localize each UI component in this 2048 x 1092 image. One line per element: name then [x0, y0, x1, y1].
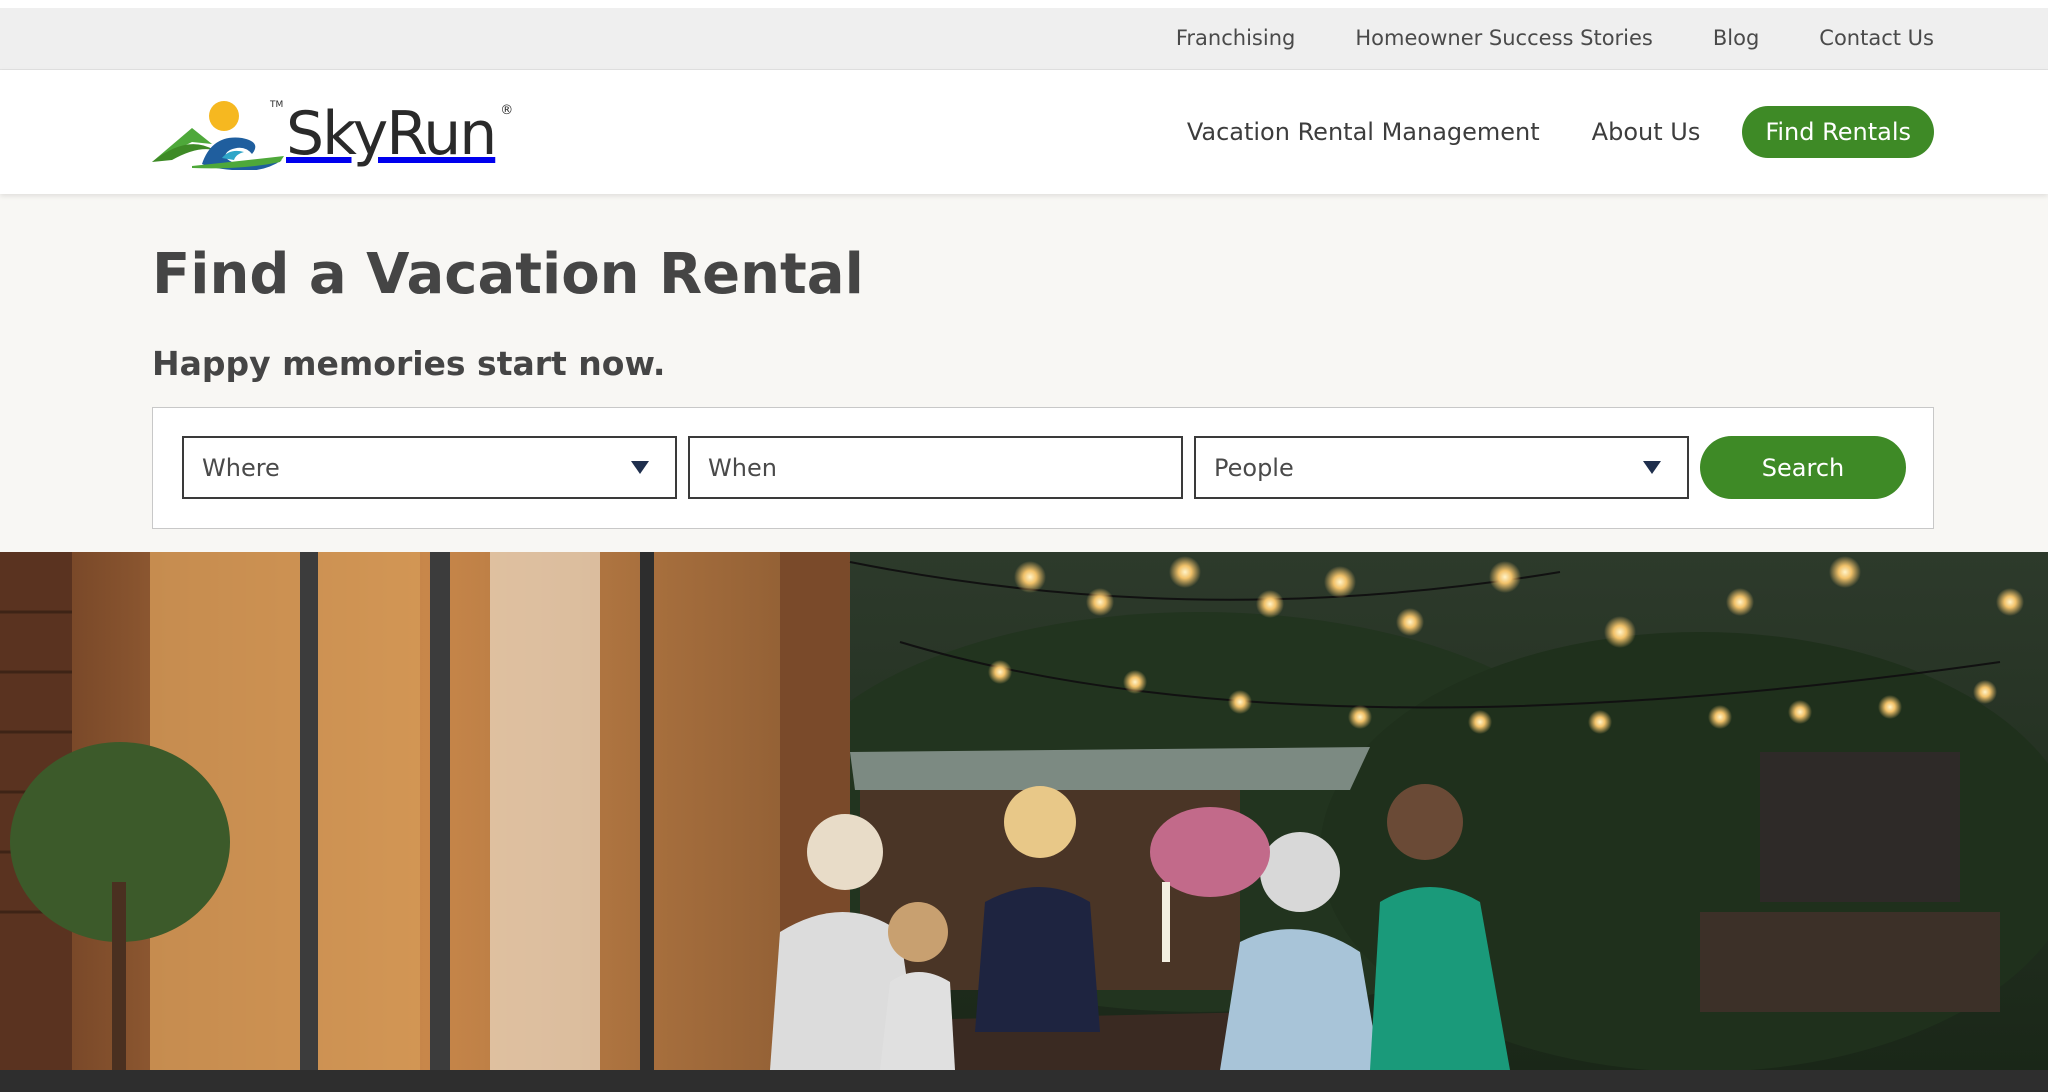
where-select-label: Where — [202, 453, 280, 482]
logo-registered-mark: ® — [500, 103, 514, 118]
when-date-input[interactable]: When — [688, 436, 1183, 499]
search-button[interactable]: Search — [1700, 436, 1906, 499]
skyrun-logo[interactable]: TM SkyRun ® — [152, 94, 532, 170]
main-nav: Vacation Rental Management About Us Find… — [1187, 106, 1934, 158]
logo-wordmark-text: SkyRun — [286, 99, 497, 169]
nav-about-us[interactable]: About Us — [1592, 118, 1701, 146]
people-chevron-down-icon — [1643, 461, 1661, 474]
nav-vacation-rental-management[interactable]: Vacation Rental Management — [1187, 118, 1540, 146]
main-header: TM SkyRun ® Vacation Rental Management Ab… — [0, 70, 2048, 194]
where-chevron-down-icon — [631, 461, 649, 474]
logo-wordmark: SkyRun ® — [286, 99, 513, 169]
utility-link-contact[interactable]: Contact Us — [1819, 26, 1934, 50]
utility-nav: Franchising Homeowner Success Stories Bl… — [1176, 26, 1934, 50]
page-subtitle: Happy memories start now. — [152, 344, 666, 383]
search-section: Find a Vacation Rental Happy memories st… — [0, 194, 2048, 552]
people-select[interactable]: People — [1194, 436, 1689, 499]
people-select-label: People — [1214, 453, 1294, 482]
logo-trademark: TM — [270, 100, 284, 110]
page-title: Find a Vacation Rental — [152, 242, 864, 307]
where-select[interactable]: Where — [182, 436, 677, 499]
utility-link-franchising[interactable]: Franchising — [1176, 26, 1295, 50]
when-input-label: When — [708, 453, 777, 482]
family-dinner-outdoor-illustration — [0, 552, 2048, 1070]
find-rentals-button[interactable]: Find Rentals — [1742, 106, 1934, 158]
search-form: Where When People Search — [152, 407, 1934, 529]
hero-image — [0, 552, 2048, 1070]
utility-link-blog[interactable]: Blog — [1713, 26, 1759, 50]
utility-link-success-stories[interactable]: Homeowner Success Stories — [1355, 26, 1653, 50]
utility-bar: Franchising Homeowner Success Stories Bl… — [0, 0, 2048, 70]
bottom-strip — [0, 1070, 2048, 1092]
